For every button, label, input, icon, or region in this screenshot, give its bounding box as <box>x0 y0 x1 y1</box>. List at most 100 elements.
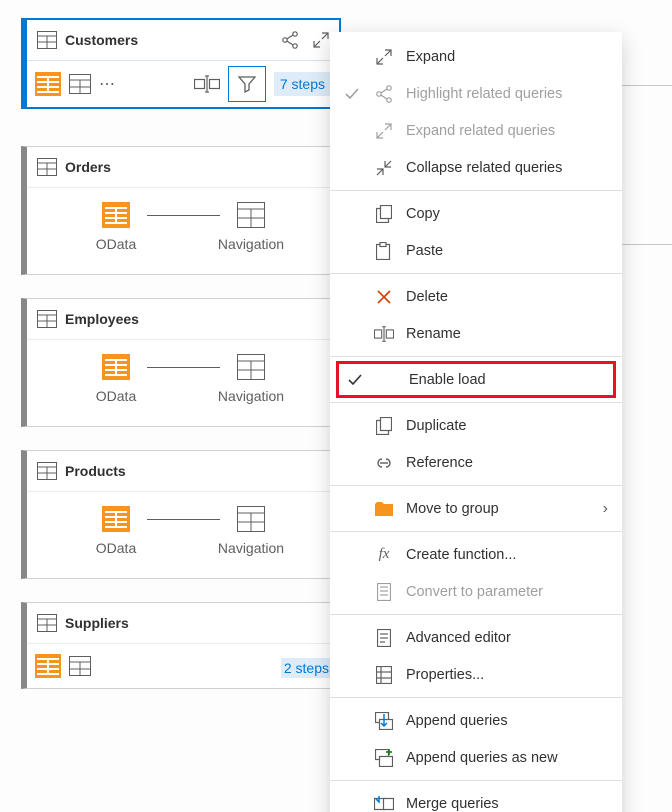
menu-label: Delete <box>406 289 608 305</box>
menu-label: Append queries as new <box>406 750 608 766</box>
expand-icon <box>374 123 394 139</box>
menu-item-collapse-related[interactable]: Collapse related queries <box>330 149 622 186</box>
card-header: Orders <box>27 147 340 187</box>
rename-icon[interactable] <box>194 75 220 93</box>
steps-badge[interactable]: 7 steps <box>274 72 331 96</box>
step-label: OData <box>96 388 136 404</box>
odata-source-icon <box>102 354 130 380</box>
menu-item-create-function[interactable]: fx Create function... <box>330 536 622 573</box>
query-card-products[interactable]: Products OData Navigation <box>21 450 341 579</box>
paste-icon <box>374 242 394 260</box>
menu-label: Collapse related queries <box>406 160 608 176</box>
table-icon <box>37 158 57 176</box>
menu-item-rename[interactable]: Rename <box>330 315 622 352</box>
menu-separator <box>330 531 622 532</box>
card-title: Products <box>65 463 330 479</box>
odata-source-icon <box>102 506 130 532</box>
menu-item-delete[interactable]: Delete <box>330 278 622 315</box>
card-body: OData Navigation <box>27 339 340 426</box>
table-icon <box>37 31 57 49</box>
collapse-icon <box>374 160 394 176</box>
rename-icon <box>374 326 394 342</box>
step-node[interactable]: OData <box>75 354 157 404</box>
query-card-employees[interactable]: Employees OData Navigation <box>21 298 341 427</box>
menu-item-reference[interactable]: Reference <box>330 444 622 481</box>
editor-icon <box>374 629 394 647</box>
menu-separator <box>330 780 622 781</box>
menu-separator <box>330 697 622 698</box>
query-card-suppliers[interactable]: Suppliers 2 steps <box>21 602 341 689</box>
navigation-step-icon <box>237 354 265 380</box>
menu-separator <box>330 614 622 615</box>
menu-item-paste[interactable]: Paste <box>330 232 622 269</box>
menu-label: Merge queries <box>406 796 608 812</box>
table-icon <box>37 462 57 480</box>
append-new-icon <box>374 749 394 767</box>
share-icon[interactable] <box>281 31 299 49</box>
menu-item-append-queries-new[interactable]: Append queries as new <box>330 739 622 776</box>
step-node[interactable]: Navigation <box>210 202 292 252</box>
menu-item-highlight-related[interactable]: Highlight related queries <box>330 75 622 112</box>
navigation-step-icon <box>237 506 265 532</box>
steps-badge[interactable]: 2 steps <box>281 658 332 678</box>
card-header: Employees <box>27 299 340 339</box>
menu-label: Expand <box>406 49 608 65</box>
query-card-orders[interactable]: Orders OData Navigation <box>21 146 341 275</box>
expand-icon[interactable] <box>313 32 329 48</box>
table-orange-icon[interactable] <box>35 654 61 678</box>
card-header: Suppliers <box>27 603 340 643</box>
step-node[interactable]: OData <box>75 506 157 556</box>
menu-label: Append queries <box>406 713 608 729</box>
card-body: OData Navigation <box>27 491 340 578</box>
menu-separator <box>330 273 622 274</box>
menu-item-convert-parameter[interactable]: Convert to parameter <box>330 573 622 610</box>
step-label: Navigation <box>218 236 284 252</box>
menu-separator <box>330 402 622 403</box>
chevron-right-icon: › <box>603 500 608 518</box>
card-header: Customers <box>27 20 339 60</box>
duplicate-icon <box>374 417 394 435</box>
table-outline-icon[interactable] <box>69 74 91 94</box>
menu-item-expand[interactable]: Expand <box>330 38 622 75</box>
menu-label: Advanced editor <box>406 630 608 646</box>
bg-connector <box>620 85 672 86</box>
menu-item-expand-related[interactable]: Expand related queries <box>330 112 622 149</box>
menu-label: Move to group <box>406 501 591 517</box>
menu-item-advanced-editor[interactable]: Advanced editor <box>330 619 622 656</box>
step-node[interactable]: Navigation <box>210 354 292 404</box>
folder-icon <box>374 502 394 516</box>
menu-item-move-to-group[interactable]: Move to group › <box>330 490 622 527</box>
menu-separator <box>330 485 622 486</box>
menu-separator <box>330 190 622 191</box>
filter-button[interactable] <box>228 66 266 102</box>
menu-label: Create function... <box>406 547 608 563</box>
menu-item-append-queries[interactable]: Append queries <box>330 702 622 739</box>
card-title: Employees <box>65 311 330 327</box>
menu-item-duplicate[interactable]: Duplicate <box>330 407 622 444</box>
merge-icon <box>374 796 394 812</box>
card-toolbar: ⋯ 7 steps <box>27 60 339 107</box>
delete-icon <box>374 289 394 305</box>
query-card-customers[interactable]: Customers ⋯ <box>21 18 341 109</box>
append-icon <box>374 712 394 730</box>
table-outline-icon[interactable] <box>69 656 91 676</box>
menu-label: Highlight related queries <box>406 86 608 102</box>
menu-item-merge-queries[interactable]: Merge queries <box>330 785 622 812</box>
menu-label: Copy <box>406 206 608 222</box>
step-label: OData <box>96 236 136 252</box>
more-icon[interactable]: ⋯ <box>99 74 115 94</box>
step-node[interactable]: OData <box>75 202 157 252</box>
step-node[interactable]: Navigation <box>210 506 292 556</box>
properties-icon <box>374 666 394 684</box>
menu-item-properties[interactable]: Properties... <box>330 656 622 693</box>
menu-item-enable-load[interactable]: Enable load <box>336 361 616 398</box>
menu-item-copy[interactable]: Copy <box>330 195 622 232</box>
step-label: Navigation <box>218 388 284 404</box>
table-icon <box>37 310 57 328</box>
expand-icon <box>374 49 394 65</box>
card-title: Orders <box>65 159 330 175</box>
card-body: 2 steps <box>27 643 340 688</box>
menu-label: Expand related queries <box>406 123 608 139</box>
menu-label: Paste <box>406 243 608 259</box>
table-orange-icon[interactable] <box>35 72 61 96</box>
